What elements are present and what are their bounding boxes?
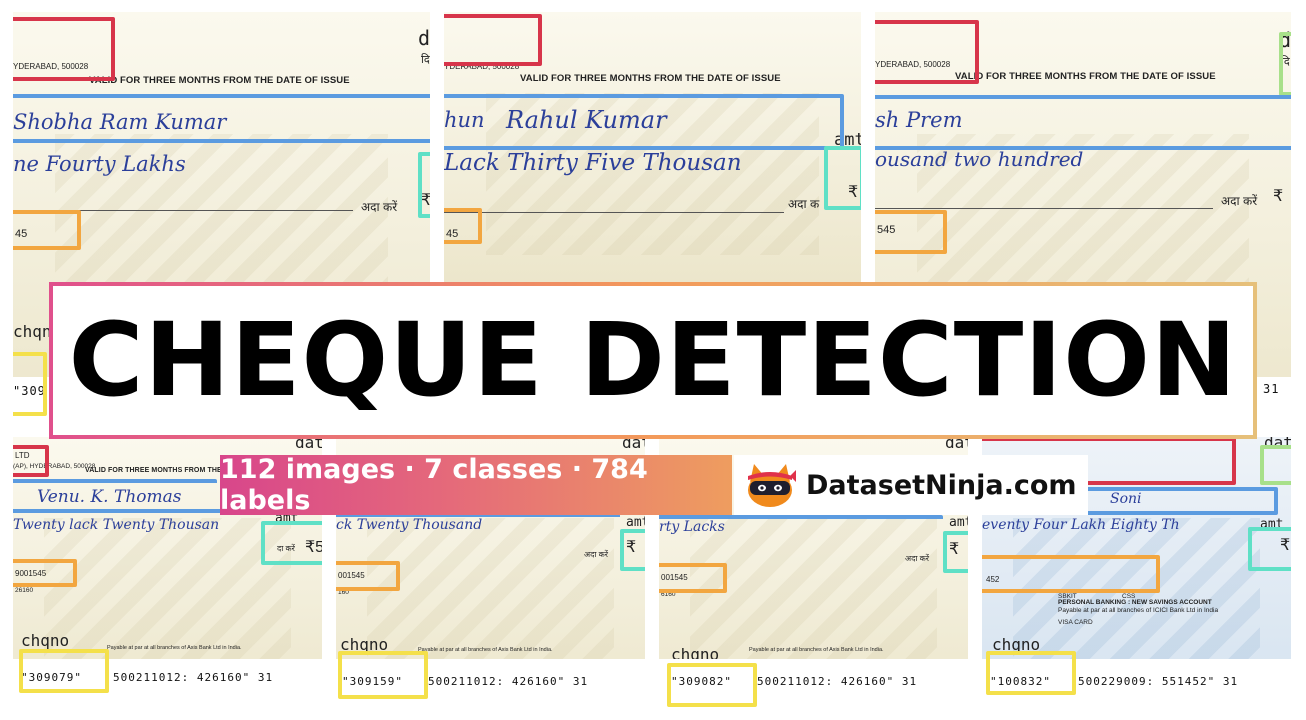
bank-name-box: [875, 20, 979, 84]
thumbnail-canvas: YDERABAD, 500028 VALID FOR THREE MONTHS …: [0, 0, 1306, 720]
brand-name: DatasetNinja.com: [806, 469, 1077, 501]
payee-box: [13, 479, 217, 487]
cheque-number-box: [667, 663, 757, 707]
date-label: d: [418, 26, 430, 50]
micr-code: 500211012: 426160" 31: [113, 671, 274, 684]
title-banner: CHEQUE DETECTION: [49, 282, 1257, 439]
ifsc-code: 26160: [15, 587, 34, 594]
amt-label: amt: [949, 515, 968, 530]
validity-text: VALID FOR THREE MONTHS FROM THE DATE OF …: [89, 75, 350, 86]
cheque-number-box: [986, 651, 1076, 695]
bank-name-box: [13, 17, 115, 81]
micr-code: 31: [1263, 382, 1280, 396]
payee-box: [875, 95, 1291, 103]
amt-label: amt: [626, 515, 645, 530]
card-type: VISA CARD: [1058, 619, 1093, 626]
date-label: dat: [295, 437, 322, 452]
payable-text: Payable at par at all branches of Axis B…: [418, 647, 553, 653]
account-number-box: [13, 559, 77, 587]
date-label: dat: [622, 437, 645, 452]
bank-name-box: [13, 445, 49, 477]
account-type: PERSONAL BANKING : NEW SAVINGS ACCOUNT: [1058, 599, 1212, 606]
payable-text: Payable at par at all branches of ICICI …: [1058, 607, 1219, 614]
ninja-cat-icon: [748, 464, 796, 507]
cheque-number-box: [338, 651, 428, 699]
micr-code: 500211012: 426160" 31: [428, 675, 589, 688]
signature-line: [444, 212, 784, 213]
account-number-box: [875, 210, 947, 254]
payable-text: Payable at par at all branches of Axis B…: [107, 645, 242, 651]
amount-words-handwriting: eventy Four Lakh Eighty Th: [982, 517, 1180, 533]
dataset-stats-badge: 112 images · 7 classes · 784 labels: [220, 454, 732, 516]
pay-label: अदा क: [788, 197, 820, 211]
pay-label: अदा करें: [905, 554, 930, 563]
chqno-label: chqno: [21, 631, 70, 650]
amount-box: [824, 146, 861, 210]
cheque-number-box: [19, 649, 109, 693]
account-number-box: [13, 210, 81, 250]
account-number-box: [982, 555, 1160, 593]
validity-text: VALID FOR THREE MONTHS FROM THE DATE OF …: [955, 71, 1216, 82]
cheque-sample-top-2: YDERABAD, 500028 VALID FOR THREE MONTHS …: [444, 12, 861, 282]
dataset-stats-text: 112 images · 7 classes · 784 labels: [220, 454, 648, 516]
date-hindi: दि: [421, 54, 430, 66]
payee-handwriting: sh Prem: [875, 108, 963, 132]
micr-code: 500229009: 551452" 31: [1078, 675, 1239, 688]
amount-words-handwriting: Twenty lack Twenty Thousan: [13, 517, 220, 533]
amount-words-box: [659, 515, 943, 523]
payee-handwriting: Venu. K. Thomas: [37, 487, 182, 507]
cheque-watermark: [689, 518, 938, 680]
date-box: [1279, 32, 1291, 96]
amount-box: [620, 529, 645, 571]
amount-box: [261, 521, 322, 565]
amount-words-box: [13, 139, 430, 147]
date-box: [1260, 445, 1291, 485]
signature-line: [875, 208, 1213, 209]
amount-box: [943, 531, 968, 573]
payee-box: [13, 94, 430, 102]
bank-name-box: [444, 14, 542, 66]
payee-box: [444, 94, 844, 150]
account-number-box: [336, 561, 400, 591]
micr-code: 500211012: 426160" 31: [757, 675, 918, 688]
brand-badge[interactable]: DatasetNinja.com: [734, 455, 1088, 515]
amount-box: [418, 152, 430, 218]
page-title: CHEQUE DETECTION: [68, 300, 1238, 420]
date-label: dat: [945, 437, 968, 452]
pay-label: अदा करें: [361, 200, 398, 214]
payable-text: Payable at par at all branches of Axis B…: [749, 647, 884, 653]
account-number-box: [444, 208, 482, 244]
amount-box: [1248, 527, 1291, 571]
amount-words-box: [875, 146, 1291, 154]
validity-text: VALID FOR THREE MONTHS FROM THE DATE OF …: [520, 73, 781, 84]
cheque-number-box: [13, 352, 47, 416]
amount-words-handwriting: Lack Thirty Five Thousan: [444, 150, 742, 176]
pay-label: अदा करें: [584, 550, 609, 559]
pay-label: अदा करें: [1221, 194, 1258, 208]
amount-words-handwriting: ne Fourty Lakhs: [13, 152, 186, 176]
payee-handwriting: Shobha Ram Kumar: [13, 110, 227, 134]
rupee-symbol: ₹: [1273, 188, 1284, 205]
account-number-box: [659, 563, 727, 593]
